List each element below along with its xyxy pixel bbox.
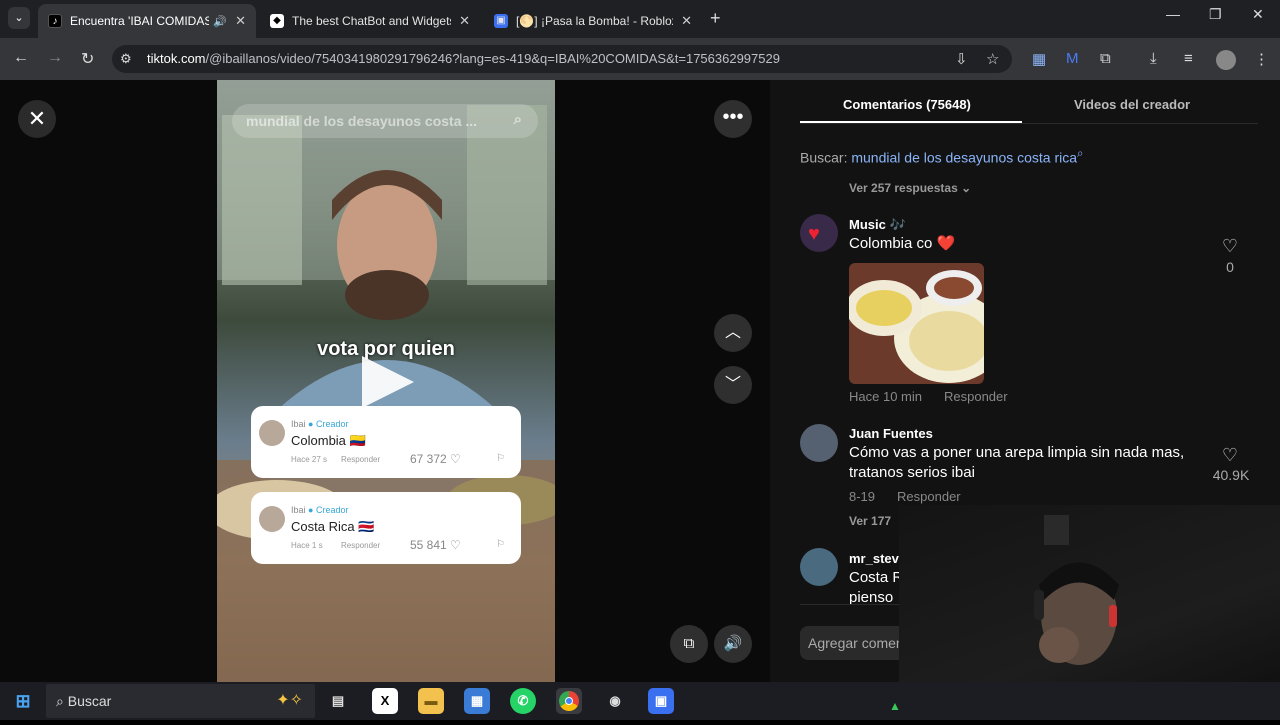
comment-meta: Hace 10 min Responder <box>849 389 1008 404</box>
video-search-overlay[interactable]: mundial de los desayunos costa ... ⌕ <box>232 104 538 138</box>
like-count: 0 <box>1226 259 1234 275</box>
reload-icon[interactable]: ↻ <box>81 49 94 69</box>
translate-icon[interactable]: ▦ <box>1032 50 1046 68</box>
comment-image[interactable] <box>849 263 984 384</box>
tiktok-icon: ♪ <box>48 14 62 28</box>
taskbar-search[interactable]: ⌕ Buscar ✦✧ <box>46 684 315 718</box>
tab-roblox[interactable]: ▣ [🌕] ¡Pasa la Bomba! - Roblox ✕ <box>484 4 702 38</box>
install-app-icon[interactable]: ⇩ <box>955 50 968 68</box>
comment-meta: 8-19 Responder <box>849 489 961 504</box>
roblox-icon: ▣ <box>494 14 508 28</box>
chatbot-icon: ◆ <box>270 14 284 28</box>
task-view-icon[interactable]: ▤ <box>325 688 351 714</box>
comment-username[interactable]: mr_steve <box>849 551 906 566</box>
comment-username[interactable]: Music 🎶 <box>849 217 906 233</box>
extensions-icon[interactable]: ⧉ <box>1100 50 1111 67</box>
see-replies-link[interactable]: Ver 177 <box>849 514 891 528</box>
xbox-icon[interactable]: X <box>372 688 398 714</box>
chevron-down-icon[interactable]: ﹀ <box>714 366 752 404</box>
mini-player-icon[interactable]: ⧉ <box>670 625 708 663</box>
windows-start-icon[interactable]: ⊞ <box>10 688 36 714</box>
dislike-icon: ⚐ <box>496 453 505 464</box>
sparkle-icon: ✦✧ <box>276 692 303 709</box>
avatar <box>259 420 285 446</box>
close-icon[interactable]: ✕ <box>18 100 56 138</box>
avatar[interactable] <box>800 424 838 462</box>
minimize-icon[interactable]: — <box>1166 6 1180 22</box>
obs-icon[interactable]: ◉ <box>602 688 628 714</box>
file-explorer-icon[interactable]: ▬ <box>418 688 444 714</box>
close-tab-icon[interactable]: ✕ <box>459 13 470 29</box>
bookmark-star-icon[interactable]: ☆ <box>986 50 999 68</box>
tab-tiktok[interactable]: ♪ Encuentra 'IBAI COMIDAS' 🔊 ✕ <box>38 4 256 38</box>
comment-username[interactable]: Juan Fuentes <box>849 426 933 441</box>
avatar <box>259 506 285 532</box>
see-replies-link[interactable]: Ver 257 respuestas ⌄ <box>849 181 971 195</box>
roblox-taskbar-icon[interactable]: ▣ <box>648 688 674 714</box>
chrome-icon[interactable] <box>556 688 582 714</box>
dislike-icon: ⚐ <box>496 539 505 550</box>
store-icon[interactable]: ▦ <box>464 688 490 714</box>
site-info-icon[interactable]: ⚙ <box>120 51 132 67</box>
url-text[interactable]: tiktok.com/@ibaillanos/video/75403419802… <box>147 51 780 66</box>
media-control-icon[interactable]: ≡ <box>1184 50 1193 67</box>
close-tab-icon[interactable]: ✕ <box>681 13 692 29</box>
reply-link[interactable]: Responder <box>944 389 1008 404</box>
comment-card: Ibai ● Creador Colombia 🇨🇴 Hace 27 s Resp… <box>251 406 521 478</box>
back-icon[interactable]: ← <box>13 49 29 67</box>
speaker-icon[interactable]: 🔊 <box>213 15 227 28</box>
avatar[interactable]: ♥ <box>800 214 838 252</box>
profile-avatar[interactable] <box>1216 50 1236 70</box>
tab-search-button[interactable]: ⌄ <box>8 7 30 29</box>
search-icon: ⌕ <box>513 111 522 128</box>
menu-icon[interactable]: ⋮ <box>1254 50 1269 68</box>
comment-text: Colombia co ❤️ <box>849 235 956 252</box>
comment-search[interactable]: Buscar: mundial de los desayunos costa r… <box>800 147 1084 166</box>
like-icon[interactable]: ♡ <box>1210 236 1250 257</box>
forward-icon[interactable]: → <box>47 49 63 67</box>
tab-creator-videos[interactable]: Videos del creador <box>1074 97 1190 112</box>
extension-m-icon[interactable]: M <box>1066 50 1079 67</box>
restore-icon[interactable]: ❐ <box>1209 6 1222 23</box>
tray-icon[interactable]: ▲ <box>882 693 908 719</box>
like-count: 40.9K <box>1212 467 1250 483</box>
new-tab-icon[interactable]: + <box>710 8 721 29</box>
tab-comments[interactable]: Comentarios (75648) <box>843 97 971 112</box>
close-tab-icon[interactable]: ✕ <box>235 13 246 29</box>
whatsapp-icon[interactable]: ✆ <box>510 688 536 714</box>
chevron-up-icon[interactable]: ︿ <box>714 314 752 352</box>
close-window-icon[interactable]: ✕ <box>1252 6 1264 23</box>
volume-icon[interactable]: 🔊 <box>714 625 752 663</box>
search-icon: ⌕ <box>56 693 68 709</box>
more-options-icon[interactable]: ••• <box>714 100 752 138</box>
tab-chatbot[interactable]: ◆ The best ChatBot and Widgets ✕ <box>260 4 480 38</box>
comment-text: Cómo vas a poner una arepa limpia sin na… <box>849 444 1185 481</box>
comment-card: Ibai ● Creador Costa Rica 🇨🇷 Hace 1 s Res… <box>251 492 521 564</box>
like-icon[interactable]: ♡ <box>1210 445 1250 466</box>
download-icon[interactable]: ⤓ <box>1150 50 1157 67</box>
divider <box>800 123 1258 124</box>
avatar[interactable] <box>800 548 838 586</box>
search-icon: ⌕ <box>1077 147 1084 160</box>
reply-link[interactable]: Responder <box>897 489 961 504</box>
play-icon[interactable] <box>362 356 414 408</box>
